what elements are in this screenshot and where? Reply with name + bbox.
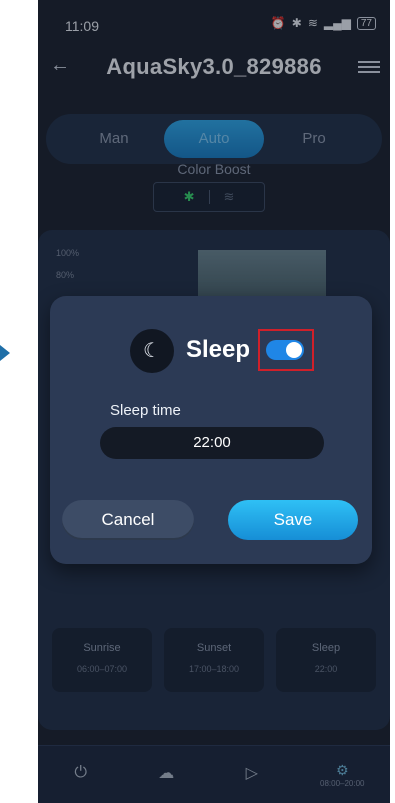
left-pointer-icon	[0, 345, 10, 361]
sleep-modal: ☾ Sleep Sleep time 22:00 Cancel Save	[50, 296, 372, 564]
toggle-knob	[286, 342, 302, 358]
cancel-button[interactable]: Cancel	[62, 500, 194, 540]
modal-title: Sleep	[186, 336, 251, 363]
app-screen: 11:09 ⏰ ✱ ≋ ▂▄▆ 77 ← AquaSky3.0_829886 M…	[38, 0, 390, 803]
sleep-toggle[interactable]	[266, 340, 304, 360]
moon-icon: ☾	[130, 329, 174, 373]
sleep-time-label: Sleep time	[110, 402, 181, 419]
save-button[interactable]: Save	[228, 500, 358, 540]
sleep-time-field[interactable]: 22:00	[100, 427, 324, 459]
